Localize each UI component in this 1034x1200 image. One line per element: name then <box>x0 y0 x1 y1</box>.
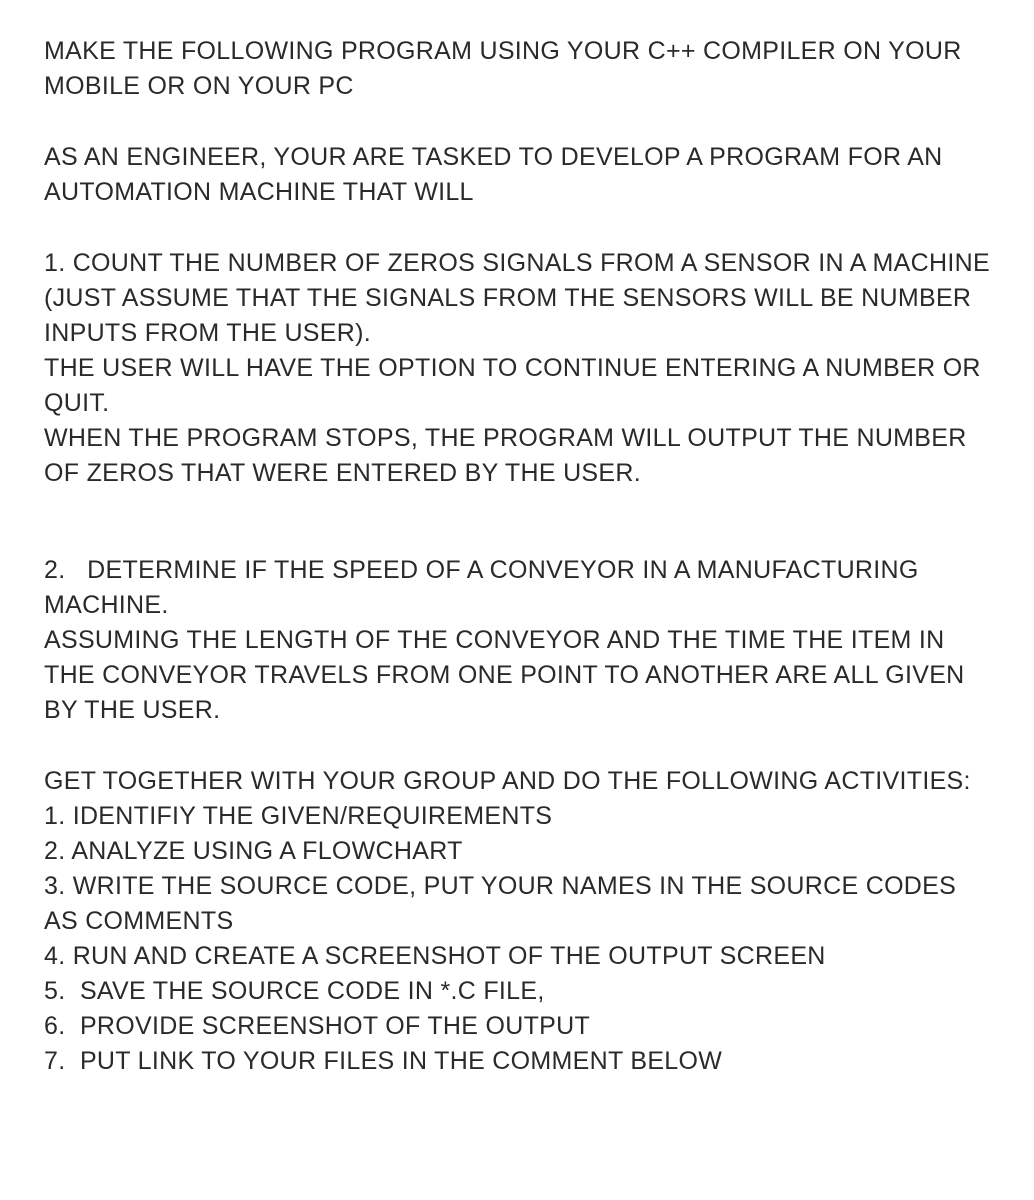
task-1-heading: 1. COUNT THE NUMBER OF ZEROS SIGNALS FRO… <box>44 246 990 281</box>
text-line: AS AN ENGINEER, YOUR ARE TASKED TO DEVEL… <box>44 140 990 210</box>
activity-item: 3. WRITE THE SOURCE CODE, PUT YOUR NAMES… <box>44 869 990 939</box>
task-2-heading: 2. DETERMINE IF THE SPEED OF A CONVEYOR … <box>44 553 990 623</box>
activity-item: 6. PROVIDE SCREENSHOT OF THE OUTPUT <box>44 1009 990 1044</box>
task-1-block: 1. COUNT THE NUMBER OF ZEROS SIGNALS FRO… <box>44 246 990 491</box>
activity-item: 2. ANALYZE USING A FLOWCHART <box>44 834 990 869</box>
activity-item: 1. IDENTIFIY THE GIVEN/REQUIREMENTS <box>44 799 990 834</box>
text-line: MAKE THE FOLLOWING PROGRAM USING YOUR C+… <box>44 34 990 104</box>
task-1-line-2: WHEN THE PROGRAM STOPS, THE PROGRAM WILL… <box>44 421 990 491</box>
task-1-note: (JUST ASSUME THAT THE SIGNALS FROM THE S… <box>44 281 990 351</box>
activities-block: GET TOGETHER WITH YOUR GROUP AND DO THE … <box>44 764 990 1079</box>
activity-item: 5. SAVE THE SOURCE CODE IN *.C FILE, <box>44 974 990 1009</box>
task-1-line-1: THE USER WILL HAVE THE OPTION TO CONTINU… <box>44 351 990 421</box>
intro-paragraph-2: AS AN ENGINEER, YOUR ARE TASKED TO DEVEL… <box>44 140 990 210</box>
task-2-block: 2. DETERMINE IF THE SPEED OF A CONVEYOR … <box>44 553 990 728</box>
task-2-detail: ASSUMING THE LENGTH OF THE CONVEYOR AND … <box>44 623 990 728</box>
activity-item: 7. PUT LINK TO YOUR FILES IN THE COMMENT… <box>44 1044 990 1079</box>
intro-paragraph-1: MAKE THE FOLLOWING PROGRAM USING YOUR C+… <box>44 34 990 104</box>
activity-item: 4. RUN AND CREATE A SCREENSHOT OF THE OU… <box>44 939 990 974</box>
activities-header: GET TOGETHER WITH YOUR GROUP AND DO THE … <box>44 764 990 799</box>
